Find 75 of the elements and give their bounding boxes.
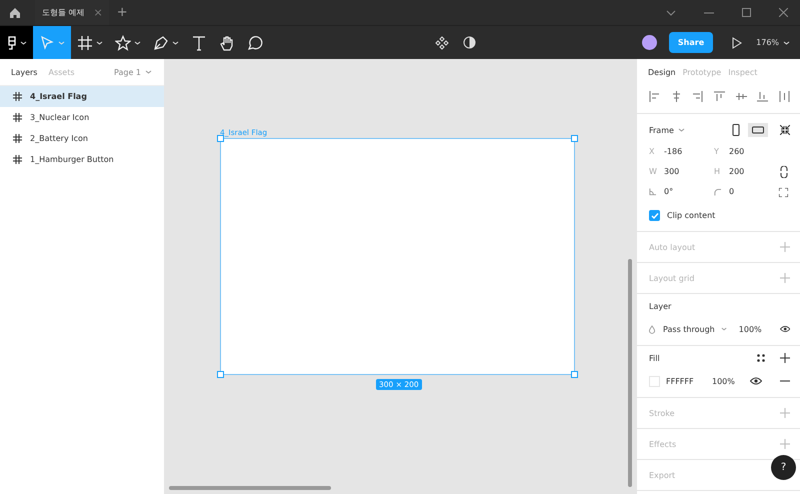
components-icon[interactable]: [434, 36, 449, 50]
property-field[interactable]: Y 260: [714, 147, 779, 156]
clip-label: Clip content: [667, 211, 716, 220]
chevron-down-icon: [58, 40, 65, 44]
move-icon: [39, 34, 55, 50]
layer-item[interactable]: 2_Battery Icon: [0, 128, 164, 149]
fullscreen-icon[interactable]: [779, 188, 788, 197]
property-field[interactable]: 0°: [649, 187, 714, 196]
portrait-icon[interactable]: [732, 124, 740, 136]
color-swatch[interactable]: [649, 376, 660, 386]
user-avatar[interactable]: [642, 35, 657, 50]
text-icon: [191, 34, 207, 50]
clip-checkbox[interactable]: [649, 210, 660, 221]
play-icon[interactable]: [732, 36, 742, 48]
corner-radius-icon: [714, 188, 721, 196]
layer-item[interactable]: 4_Israel Flag: [0, 86, 164, 107]
logo-icon: [6, 36, 16, 50]
align-icon[interactable]: [670, 90, 682, 102]
rotation-icon: [649, 188, 656, 196]
close-icon[interactable]: [779, 8, 788, 17]
constrain-proportions-icon[interactable]: [780, 166, 788, 178]
landscape-button[interactable]: [748, 123, 768, 137]
hex-field[interactable]: FFFFFF: [666, 376, 706, 386]
align-icon[interactable]: [714, 90, 725, 102]
resize-icon[interactable]: [780, 125, 790, 135]
chevron-down-icon: [96, 40, 103, 44]
section-title[interactable]: Layer: [649, 302, 672, 310]
property-field[interactable]: X -186: [649, 147, 714, 156]
vertical-scrollbar[interactable]: [628, 259, 632, 487]
minimize-icon[interactable]: [704, 12, 714, 14]
property-field[interactable]: W 300: [649, 167, 714, 176]
frame-icon: [13, 92, 22, 101]
blend-mode-dropdown[interactable]: Pass through: [663, 324, 715, 334]
eye-icon[interactable]: [780, 325, 790, 333]
maximize-icon[interactable]: [742, 8, 751, 17]
chevron-down-icon: [134, 40, 141, 44]
align-icon[interactable]: [757, 90, 768, 102]
opacity-field[interactable]: 100%: [738, 324, 762, 334]
comment-icon: [247, 34, 263, 50]
align-icon[interactable]: [692, 90, 704, 102]
hand-icon: [219, 34, 235, 50]
opacity-field[interactable]: 100%: [712, 376, 735, 386]
plus-icon[interactable]: [780, 353, 790, 363]
pen-icon: [153, 34, 169, 50]
frame-icon: [13, 113, 22, 122]
section-title[interactable]: Fill: [649, 354, 660, 362]
layer-item[interactable]: 3_Nuclear Icon: [0, 107, 164, 128]
contrast-icon[interactable]: [462, 36, 476, 49]
panel-tab[interactable]: Design: [648, 68, 676, 76]
home-icon[interactable]: [9, 6, 21, 18]
align-icon[interactable]: [736, 90, 747, 102]
layer-item[interactable]: 1_Hamburger Button: [0, 149, 164, 170]
styles-icon[interactable]: [757, 354, 765, 362]
main-menu-button[interactable]: [0, 26, 33, 59]
minus-icon[interactable]: [780, 380, 790, 382]
align-icon[interactable]: [778, 90, 790, 102]
frame-icon: [13, 155, 22, 164]
page-dropdown[interactable]: Page 1: [114, 68, 141, 76]
shape-icon: [115, 34, 131, 50]
property-field[interactable]: H 200: [714, 167, 779, 176]
align-icon[interactable]: [649, 90, 660, 102]
frame-icon: [77, 34, 93, 50]
new-tab-button[interactable]: +: [116, 5, 128, 20]
zoom-dropdown[interactable]: 176%: [756, 38, 780, 47]
eye-icon[interactable]: [750, 377, 762, 385]
horizontal-scrollbar[interactable]: [169, 486, 331, 490]
chevron-down-icon: [20, 40, 26, 44]
chevron-down-icon: [172, 40, 179, 44]
frame-icon: [13, 134, 22, 143]
section-title[interactable]: Frame: [649, 126, 674, 134]
help-button[interactable]: ?: [771, 455, 796, 480]
property-field[interactable]: 0: [714, 187, 779, 196]
blend-icon: [649, 324, 656, 334]
landscape-icon: [752, 126, 764, 134]
panel-tab[interactable]: Layers: [11, 68, 38, 76]
